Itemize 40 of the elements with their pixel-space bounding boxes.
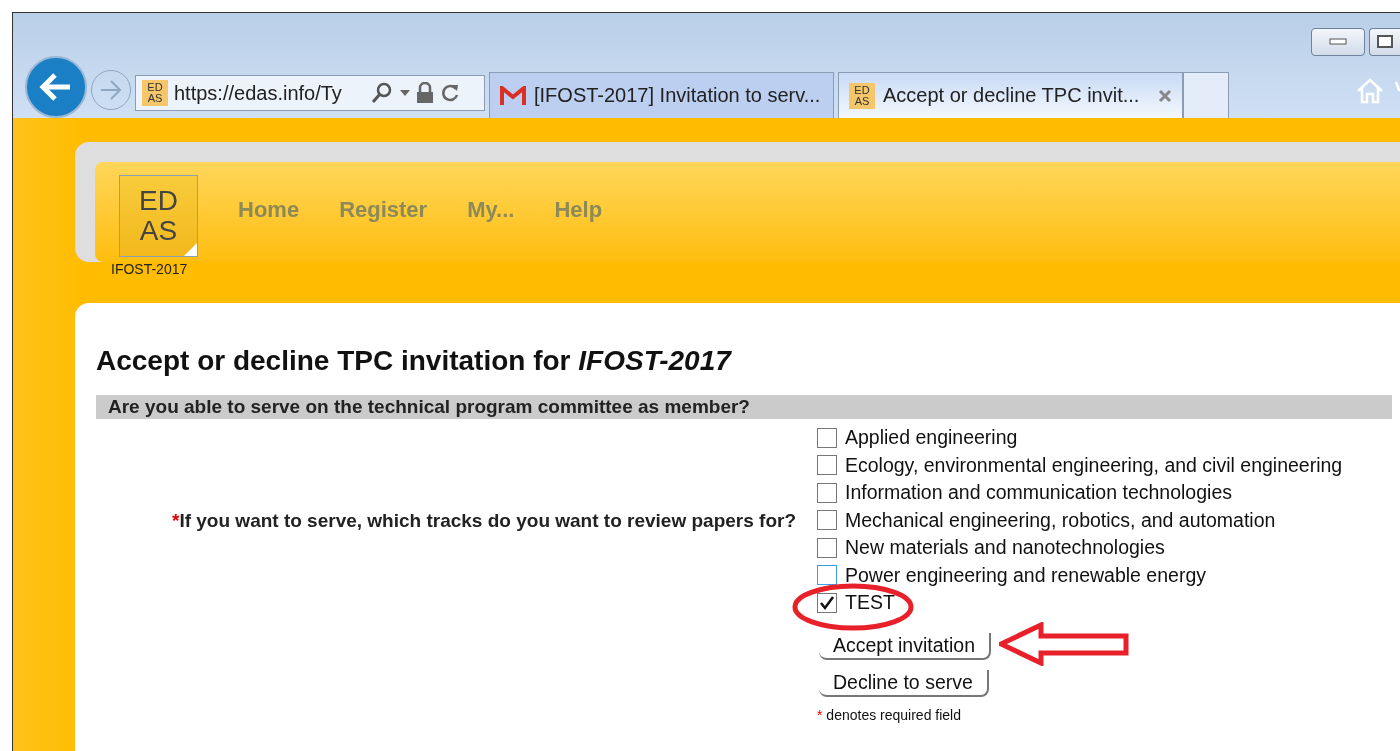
conference-name: IFOST-2017 [111, 261, 189, 277]
accept-button[interactable]: Accept invitation [819, 632, 991, 660]
track-label: Mechanical engineering, robotics, and automation [845, 508, 1276, 532]
checkbox[interactable] [817, 427, 837, 448]
site-icon: ED AS [142, 80, 168, 106]
track-label: Applied engineering [845, 426, 1018, 450]
browser-tab[interactable]: ED AS Accept or decline TPC invit... [838, 72, 1183, 118]
left-arrow-icon [39, 72, 73, 102]
checkbox[interactable] [817, 482, 837, 503]
checkbox[interactable] [817, 537, 837, 558]
page-title: Accept or decline TPC invitation for IFOST-2017 [96, 345, 733, 377]
decline-button[interactable]: Decline to serve [819, 669, 989, 697]
track-label: TEST [845, 591, 895, 615]
site-logo[interactable]: ED AS [119, 175, 198, 257]
browser-tab[interactable]: [IFOST-2017] Invitation to serv... [489, 72, 834, 118]
lock-icon [416, 82, 434, 104]
checkbox[interactable] [817, 455, 837, 476]
mail-icon [500, 85, 526, 106]
question-label: *If you want to serve, which tracks do you want to review papers for? [171, 510, 796, 532]
required-note: * denotes required field [817, 706, 962, 723]
track-label: Information and communication technologies [845, 481, 1232, 505]
search-icon[interactable] [370, 81, 394, 105]
maximize-button[interactable] [1369, 28, 1400, 56]
maximize-icon [1377, 35, 1393, 49]
new-tab-button[interactable] [1183, 72, 1229, 118]
track-label: New materials and nanotechnologies [845, 536, 1165, 560]
checkbox[interactable] [817, 565, 837, 586]
address-field[interactable]: ED AS https://edas.info/Ty [135, 75, 485, 111]
checkbox[interactable] [817, 510, 837, 531]
checkbox[interactable] [817, 592, 837, 613]
section-heading: Are you able to serve on the technical program committee as member? [96, 395, 1392, 419]
dropdown-icon[interactable] [400, 90, 410, 96]
minimize-icon [1329, 38, 1347, 46]
right-arrow-icon [99, 79, 123, 101]
track-label: Ecology, environmental engineering, and civil engineering [845, 453, 1343, 477]
close-icon[interactable] [1158, 88, 1172, 103]
site-icon: ED AS [849, 82, 875, 109]
refresh-icon[interactable] [440, 83, 460, 103]
minimize-button[interactable] [1311, 28, 1365, 56]
track-label: Power engineering and renewable energy [845, 563, 1206, 587]
